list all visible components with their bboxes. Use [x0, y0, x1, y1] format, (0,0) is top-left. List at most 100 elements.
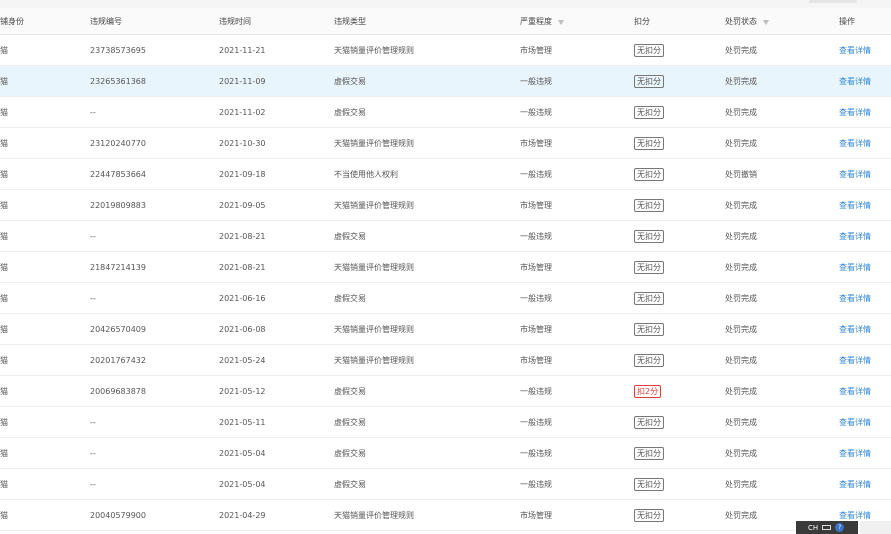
cell-status-text: 处罚完成 — [725, 324, 757, 334]
filter-icon[interactable] — [558, 19, 564, 25]
cell-shop-identity-text: 猫 — [0, 262, 8, 272]
cell-points: 无扣分 — [634, 66, 664, 96]
cell-points: 无扣分 — [634, 283, 664, 313]
cell-violation-type-text: 天猫销量评价管理规则 — [334, 138, 414, 148]
cell-status: 处罚完成 — [725, 376, 757, 406]
top-strip — [0, 0, 891, 8]
filter-icon[interactable] — [763, 19, 769, 25]
cell-severity: 市场管理 — [520, 345, 552, 375]
view-details-link[interactable]: 查看详情 — [839, 200, 871, 211]
cell-shop-identity: 猫 — [0, 190, 8, 220]
table-row: 猫 23120240770 2021-10-30 天猫销量评价管理规则 市场管理 无扣分 处… — [0, 128, 891, 159]
cell-shop-identity: 猫 — [0, 252, 8, 282]
view-details-link[interactable]: 查看详情 — [839, 45, 871, 56]
cell-violation-time-text: 2021-05-04 — [219, 448, 266, 458]
cell-action: 查看详情 — [839, 469, 871, 499]
cell-violation-type-text: 虚假交易 — [334, 293, 366, 303]
cell-violation-time: 2021-05-11 — [219, 407, 266, 437]
cell-points: 扣2分 — [634, 376, 662, 406]
cell-violation-time-text: 2021-11-09 — [219, 76, 266, 86]
cell-violation-type-text: 天猫销量评价管理规则 — [334, 510, 414, 520]
cell-shop-identity: 猫 — [0, 159, 8, 189]
cell-violation-type-text: 虚假交易 — [334, 76, 366, 86]
cell-status: 处罚完成 — [725, 190, 757, 220]
cell-shop-identity: 猫 — [0, 438, 8, 468]
cell-violation-type-text: 虚假交易 — [334, 107, 366, 117]
points-badge: 无扣分 — [634, 167, 664, 181]
cell-points: 无扣分 — [634, 35, 664, 65]
cell-violation-time-text: 2021-05-24 — [219, 355, 266, 365]
cell-violation-time: 2021-06-16 — [219, 283, 266, 313]
cell-violation-type: 虚假交易 — [334, 66, 366, 96]
cell-action: 查看详情 — [839, 438, 871, 468]
keyboard-icon — [822, 525, 832, 530]
table-row: 猫 20040579900 2021-04-29 天猫销量评价管理规则 市场管理 无扣分 处… — [0, 500, 891, 531]
cell-shop-identity: 猫 — [0, 66, 8, 96]
cell-violation-type: 虚假交易 — [334, 407, 366, 437]
cell-points: 无扣分 — [634, 190, 664, 220]
points-badge: 无扣分 — [634, 105, 664, 119]
view-details-link[interactable]: 查看详情 — [839, 231, 871, 242]
table-row: 猫 -- 2021-11-02 虚假交易 一般违规 无扣分 处罚完成 查看详情 — [0, 97, 891, 128]
cell-severity-text: 一般违规 — [520, 479, 552, 489]
points-badge: 无扣分 — [634, 508, 664, 522]
cell-violation-id: 22019809883 — [90, 190, 146, 220]
help-icon[interactable]: ? — [835, 523, 845, 532]
cell-violation-type-text: 不当使用他人权利 — [334, 169, 398, 179]
cell-severity-text: 市场管理 — [520, 324, 552, 334]
cell-shop-identity-text: 猫 — [0, 417, 8, 427]
cell-violation-id-text: 23738573695 — [90, 45, 146, 55]
view-details-link[interactable]: 查看详情 — [839, 355, 871, 366]
cell-status-text: 处罚完成 — [725, 355, 757, 365]
view-details-link[interactable]: 查看详情 — [839, 293, 871, 304]
header-points: 扣分 — [634, 16, 650, 26]
cell-severity: 一般违规 — [520, 438, 552, 468]
cell-violation-time: 2021-09-18 — [219, 159, 266, 189]
cell-violation-time: 2021-05-12 — [219, 376, 266, 406]
cell-shop-identity: 猫 — [0, 376, 8, 406]
cell-shop-identity-text: 猫 — [0, 386, 8, 396]
cell-violation-time: 2021-05-24 — [219, 345, 266, 375]
view-details-link[interactable]: 查看详情 — [839, 448, 871, 459]
cell-violation-time: 2021-05-04 — [219, 438, 266, 468]
view-details-link[interactable]: 查看详情 — [839, 386, 871, 397]
cell-violation-time: 2021-11-09 — [219, 66, 266, 96]
cell-severity: 市场管理 — [520, 128, 552, 158]
cell-violation-id-text: -- — [90, 479, 96, 489]
table-row: 猫 23738573695 2021-11-21 天猫销量评价管理规则 市场管理 无扣分 处… — [0, 35, 891, 66]
cell-violation-id-text: -- — [90, 231, 96, 241]
ime-language-label: CH — [808, 523, 819, 532]
cell-status: 处罚完成 — [725, 438, 757, 468]
view-details-link[interactable]: 查看详情 — [839, 262, 871, 273]
points-badge: 无扣分 — [634, 477, 664, 491]
cell-points: 无扣分 — [634, 97, 664, 127]
view-details-link[interactable]: 查看详情 — [839, 479, 871, 490]
view-details-link[interactable]: 查看详情 — [839, 169, 871, 180]
view-details-link[interactable]: 查看详情 — [839, 138, 871, 149]
cell-severity: 一般违规 — [520, 407, 552, 437]
cell-action: 查看详情 — [839, 35, 871, 65]
cell-violation-id: 23738573695 — [90, 35, 146, 65]
view-details-link[interactable]: 查看详情 — [839, 107, 871, 118]
view-details-link[interactable]: 查看详情 — [839, 510, 871, 521]
cell-status: 处罚完成 — [725, 97, 757, 127]
horizontal-scrollbar[interactable] — [809, 0, 857, 3]
cell-shop-identity-text: 猫 — [0, 138, 8, 148]
cell-violation-time: 2021-08-21 — [219, 221, 266, 251]
cell-shop-identity: 猫 — [0, 128, 8, 158]
view-details-link[interactable]: 查看详情 — [839, 324, 871, 335]
cell-shop-identity-text: 猫 — [0, 510, 8, 520]
cell-points: 无扣分 — [634, 407, 664, 437]
cell-severity: 市场管理 — [520, 252, 552, 282]
cell-status-text: 处罚完成 — [725, 293, 757, 303]
taskbar-tray — [860, 521, 891, 534]
cell-shop-identity-text: 猫 — [0, 479, 8, 489]
cell-violation-type: 虚假交易 — [334, 376, 366, 406]
cell-violation-type: 不当使用他人权利 — [334, 159, 398, 189]
view-details-link[interactable]: 查看详情 — [839, 76, 871, 87]
ime-indicator[interactable]: CH ? — [796, 521, 858, 534]
cell-status-text: 处罚完成 — [725, 200, 757, 210]
cell-status-text: 处罚完成 — [725, 231, 757, 241]
view-details-link[interactable]: 查看详情 — [839, 417, 871, 428]
cell-severity-text: 市场管理 — [520, 200, 552, 210]
